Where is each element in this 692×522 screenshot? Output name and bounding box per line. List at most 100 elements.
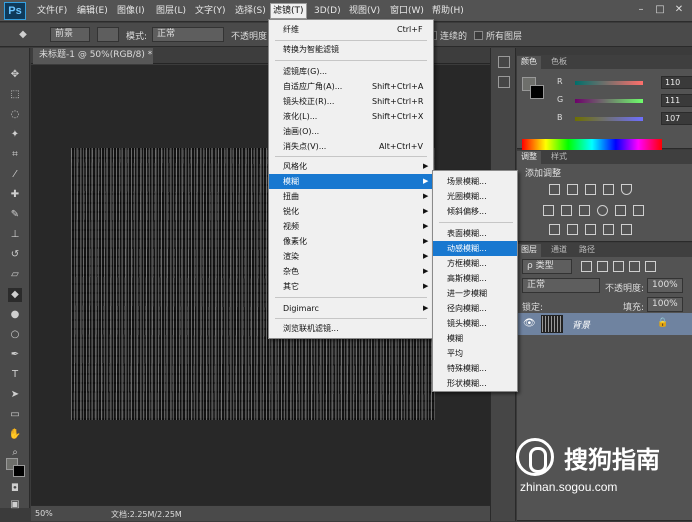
menu-edit[interactable]: 编辑(E)	[75, 4, 110, 20]
submenu-item-motion-blur[interactable]: 动感模糊...	[433, 241, 517, 256]
curves-icon[interactable]	[585, 184, 596, 195]
submenu-item-blur[interactable]: 模糊	[433, 331, 517, 346]
red-value[interactable]: 110	[661, 76, 692, 89]
tab-styles[interactable]: 样式	[547, 151, 571, 164]
blend-mode-select[interactable]: 正常	[522, 278, 600, 293]
menu-item-vanishing-point[interactable]: 消失点(V)... Alt+Ctrl+V	[269, 139, 433, 154]
threshold-icon[interactable]	[585, 224, 596, 235]
paint-bucket-tool-icon[interactable]: ◆	[8, 288, 22, 302]
layer-name[interactable]: 背景	[572, 318, 590, 331]
all-layers-checkbox[interactable]	[474, 31, 483, 40]
gradient-map-icon[interactable]	[621, 184, 632, 195]
submenu-item-radial-blur[interactable]: 径向模糊...	[433, 301, 517, 316]
mode-select[interactable]: 正常	[152, 27, 224, 42]
crop-tool-icon[interactable]: ⌗	[8, 148, 22, 162]
submenu-item-iris-blur[interactable]: 光圈模糊...	[433, 189, 517, 204]
menu-item-browse-filters-online[interactable]: 浏览联机滤镜...	[269, 321, 433, 336]
menu-file[interactable]: 文件(F)	[35, 4, 69, 20]
clone-stamp-icon[interactable]: ⊥	[8, 228, 22, 242]
fill-source-select[interactable]: 前景	[50, 27, 90, 42]
tab-color[interactable]: 颜色	[517, 56, 541, 69]
hand-tool-icon[interactable]: ✋	[8, 428, 22, 442]
menu-view[interactable]: 视图(V)	[347, 4, 382, 20]
marquee-tool-icon[interactable]: ⬚	[8, 88, 22, 102]
submenu-item-field-blur[interactable]: 场景模糊...	[433, 174, 517, 189]
filter-adjustment-icon[interactable]	[597, 261, 608, 272]
blue-value[interactable]: 107	[661, 112, 692, 125]
history-brush-icon[interactable]: ↺	[8, 248, 22, 262]
eyedropper-icon[interactable]: ⁄	[8, 168, 22, 182]
tab-layers[interactable]: 图层	[517, 244, 541, 257]
submenu-item-gaussian-blur[interactable]: 高斯模糊...	[433, 271, 517, 286]
type-tool-icon[interactable]: T	[8, 368, 22, 382]
document-tab[interactable]: 未标题-1 @ 50%(RGB/8) *	[33, 48, 153, 64]
layer-row-background[interactable]: 👁 背景 🔒	[517, 313, 692, 335]
green-slider[interactable]: G 111	[557, 94, 692, 107]
menu-item-sharpen[interactable]: 锐化 ▶	[269, 204, 433, 219]
posterize-icon[interactable]	[567, 224, 578, 235]
maximize-icon[interactable]: □	[653, 3, 667, 17]
healing-brush-icon[interactable]: ✚	[8, 188, 22, 202]
menu-item-other[interactable]: 其它 ▶	[269, 279, 433, 294]
menu-item-render[interactable]: 渲染 ▶	[269, 249, 433, 264]
submenu-item-tilt-shift[interactable]: 倾斜偏移...	[433, 204, 517, 219]
pattern-select[interactable]	[97, 27, 119, 42]
tab-channels[interactable]: 通道	[547, 244, 571, 257]
levels-icon[interactable]	[567, 184, 578, 195]
lasso-tool-icon[interactable]: ◌	[8, 108, 22, 122]
submenu-item-box-blur[interactable]: 方框模糊...	[433, 256, 517, 271]
red-slider[interactable]: R 110	[557, 76, 692, 89]
blur-tool-icon[interactable]: ●	[8, 308, 22, 322]
balance-icon[interactable]	[561, 205, 572, 216]
color-lookup-icon[interactable]	[633, 205, 644, 216]
minimize-icon[interactable]: –	[634, 3, 648, 17]
black-white-icon[interactable]	[579, 205, 590, 216]
submenu-item-surface-blur[interactable]: 表面模糊...	[433, 226, 517, 241]
brush-tool-icon[interactable]: ✎	[8, 208, 22, 222]
history-panel-icon[interactable]	[498, 56, 510, 68]
menu-item-stylize[interactable]: 风格化 ▶	[269, 159, 433, 174]
menu-item-video[interactable]: 视频 ▶	[269, 219, 433, 234]
visibility-eye-icon[interactable]: 👁	[523, 318, 536, 329]
menu-select[interactable]: 选择(S)	[233, 4, 268, 20]
menu-image[interactable]: 图像(I)	[115, 4, 147, 20]
filter-pixel-icon[interactable]	[581, 261, 592, 272]
menu-type[interactable]: 文字(Y)	[193, 4, 228, 20]
menu-layer[interactable]: 图层(L)	[154, 4, 188, 20]
menu-item-liquify[interactable]: 液化(L)... Shift+Ctrl+X	[269, 109, 433, 124]
menu-3d[interactable]: 3D(D)	[312, 4, 343, 20]
vibrance-icon[interactable]	[543, 205, 554, 216]
tab-adjustments[interactable]: 调整	[517, 151, 541, 164]
selective-color-icon[interactable]	[603, 224, 614, 235]
menu-item-digimarc[interactable]: Digimarc ▶	[269, 301, 433, 316]
color-background-swatch[interactable]	[530, 85, 544, 99]
menu-item-blur[interactable]: 模糊 ▶	[269, 174, 433, 189]
submenu-item-lens-blur[interactable]: 镜头模糊...	[433, 316, 517, 331]
exposure-icon[interactable]	[603, 184, 614, 195]
paint-bucket-icon[interactable]: ◆	[16, 28, 30, 42]
menu-item-filter-gallery[interactable]: 滤镜库(G)...	[269, 64, 433, 79]
invert-icon[interactable]	[549, 224, 560, 235]
close-icon[interactable]: ✕	[672, 3, 686, 17]
submenu-item-average[interactable]: 平均	[433, 346, 517, 361]
tab-swatches[interactable]: 色板	[547, 56, 571, 69]
background-color-swatch[interactable]	[13, 465, 25, 477]
submenu-item-smart-blur[interactable]: 特殊模糊...	[433, 361, 517, 376]
brightness-contrast-icon[interactable]	[549, 184, 560, 195]
submenu-item-shape-blur[interactable]: 形状模糊...	[433, 376, 517, 391]
dodge-tool-icon[interactable]: ○	[8, 328, 22, 342]
quick-mask-icon[interactable]: ◘	[8, 482, 22, 496]
menu-item-pixelate[interactable]: 像素化 ▶	[269, 234, 433, 249]
layer-opacity-input[interactable]: 100%	[647, 278, 683, 293]
menu-item-noise[interactable]: 杂色 ▶	[269, 264, 433, 279]
path-selection-icon[interactable]: ➤	[8, 388, 22, 402]
photo-filter-icon[interactable]	[597, 205, 608, 216]
green-value[interactable]: 111	[661, 94, 692, 107]
fill-input[interactable]: 100%	[647, 297, 683, 312]
menu-filter[interactable]: 滤镜(T)	[270, 3, 307, 19]
gradient-icon[interactable]	[621, 224, 632, 235]
layer-filter-select[interactable]: ρ 类型	[522, 259, 572, 274]
blue-slider[interactable]: B 107	[557, 112, 692, 125]
screen-mode-icon[interactable]: ▣	[8, 498, 22, 512]
shape-tool-icon[interactable]: ▭	[8, 408, 22, 422]
